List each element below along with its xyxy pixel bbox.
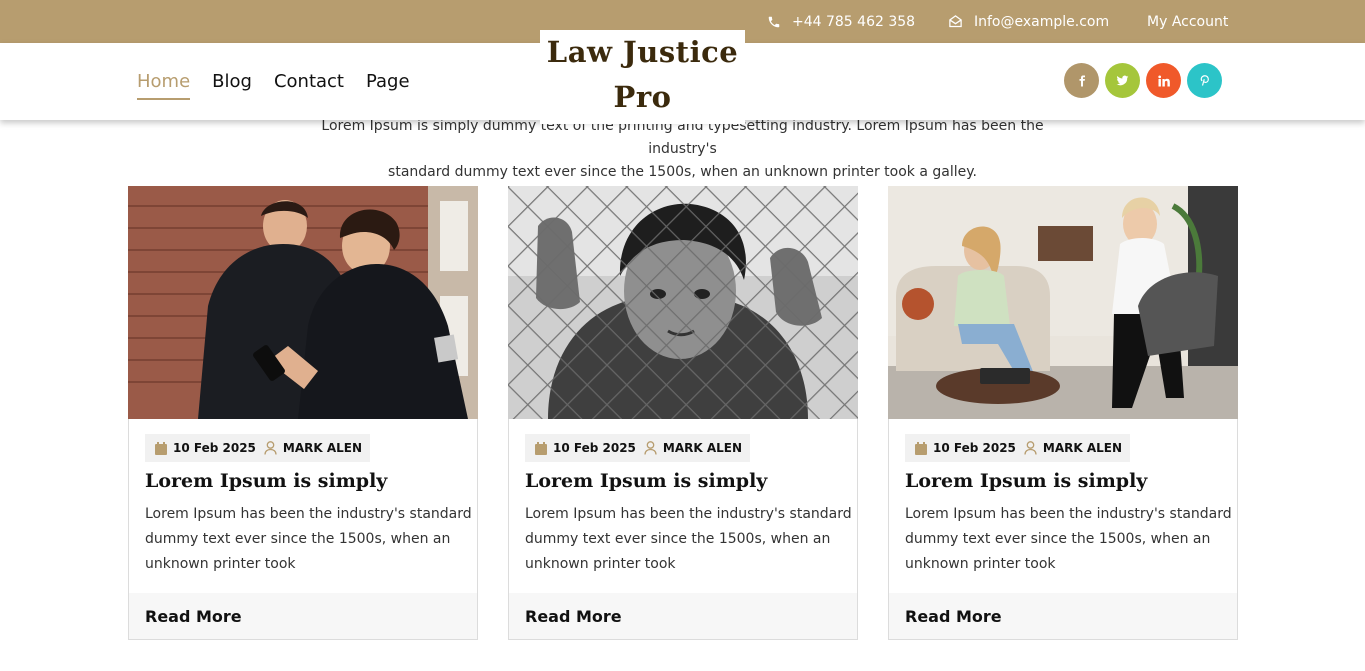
facebook-button[interactable]: [1064, 63, 1099, 98]
read-more-button[interactable]: Read More: [889, 593, 1237, 639]
section-intro: Lorem Ipsum is simply dummy text of the …: [290, 115, 1075, 184]
twitter-icon: [1116, 75, 1129, 86]
nav-contact[interactable]: Contact: [274, 71, 344, 100]
calendar-icon: [155, 441, 167, 455]
logo-line-1: Law Justice: [546, 35, 739, 69]
post-author[interactable]: MARK ALEN: [1043, 441, 1122, 455]
post-meta: 10 Feb 2025 MARK ALEN: [905, 434, 1131, 462]
post-excerpt: Lorem Ipsum has been the industry's stan…: [525, 506, 852, 572]
post-excerpt: Lorem Ipsum has been the industry's stan…: [905, 506, 1232, 572]
user-icon: [644, 441, 657, 455]
boy-behind-chain-fence-photo[interactable]: [508, 186, 858, 419]
my-account-link[interactable]: My Account: [1147, 0, 1228, 43]
post-meta: 10 Feb 2025 MARK ALEN: [145, 434, 371, 462]
pinterest-icon: [1200, 75, 1209, 86]
post-title[interactable]: Lorem Ipsum is simply: [905, 470, 1147, 492]
post-title[interactable]: Lorem Ipsum is simply: [145, 470, 387, 492]
blog-card: 10 Feb 2025 MARK ALEN Lorem Ipsum is sim…: [888, 186, 1238, 640]
linkedin-icon: [1157, 75, 1170, 86]
calendar-icon: [915, 441, 927, 455]
nav-page[interactable]: Page: [366, 71, 410, 100]
read-more-button[interactable]: Read More: [509, 593, 857, 639]
post-title[interactable]: Lorem Ipsum is simply: [525, 470, 767, 492]
post-date: 10 Feb 2025: [933, 441, 1016, 455]
nav-blog[interactable]: Blog: [212, 71, 252, 100]
police-officers-with-phone-photo[interactable]: [128, 186, 478, 419]
calendar-icon: [535, 441, 547, 455]
phone-contact[interactable]: +44 785 462 358: [767, 0, 915, 43]
email-address: Info@example.com: [974, 13, 1110, 30]
blog-card: 10 Feb 2025 MARK ALEN Lorem Ipsum is sim…: [508, 186, 858, 640]
pinterest-button[interactable]: [1187, 63, 1222, 98]
main-nav: Home Blog Contact Page: [137, 71, 432, 100]
phone-icon: [768, 16, 780, 27]
counseling-session-photo[interactable]: [888, 186, 1238, 419]
post-author[interactable]: MARK ALEN: [663, 441, 742, 455]
intro-line-2: standard dummy text ever since the 1500s…: [388, 164, 977, 180]
blog-card: 10 Feb 2025 MARK ALEN Lorem Ipsum is sim…: [128, 186, 478, 640]
twitter-button[interactable]: [1105, 63, 1140, 98]
post-meta: 10 Feb 2025 MARK ALEN: [525, 434, 751, 462]
logo-line-2: Pro: [613, 80, 672, 114]
post-author[interactable]: MARK ALEN: [283, 441, 362, 455]
my-account-label: My Account: [1147, 13, 1229, 30]
linkedin-button[interactable]: [1146, 63, 1181, 98]
user-icon: [264, 441, 277, 455]
user-icon: [1024, 441, 1037, 455]
phone-number: +44 785 462 358: [792, 13, 916, 30]
envelope-open-icon: [949, 15, 962, 28]
social-links: [1058, 63, 1222, 98]
email-contact[interactable]: Info@example.com: [948, 0, 1109, 43]
site-logo[interactable]: Law Justice Pro: [540, 30, 745, 124]
facebook-icon: [1079, 75, 1085, 86]
nav-home[interactable]: Home: [137, 71, 191, 100]
post-date: 10 Feb 2025: [553, 441, 636, 455]
post-date: 10 Feb 2025: [173, 441, 256, 455]
post-excerpt: Lorem Ipsum has been the industry's stan…: [145, 506, 472, 572]
read-more-button[interactable]: Read More: [129, 593, 477, 639]
